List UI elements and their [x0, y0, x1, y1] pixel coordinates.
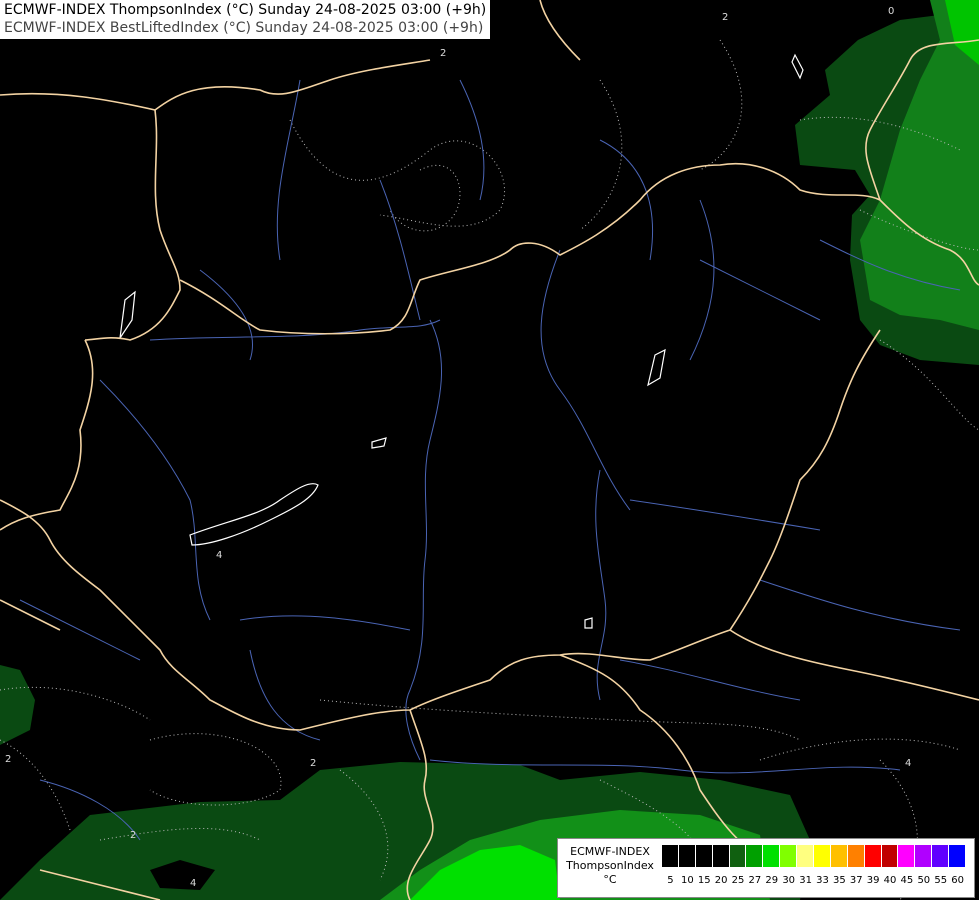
legend-tick: 39	[866, 875, 880, 886]
legend-tick: 55	[934, 875, 948, 886]
legend-swatch	[847, 845, 865, 867]
color-legend: ECMWF-INDEX ThompsonIndex °C 5 10 15 20 25 27…	[557, 838, 975, 898]
legend-swatch	[662, 845, 679, 867]
legend-ticks: 5 10 15 20 25 27 29 30 31 33 35 37 39 40 45 50 55 60	[662, 875, 966, 886]
legend-swatch	[881, 845, 899, 867]
legend-tick: 25	[731, 875, 745, 886]
legend-tick: 35	[832, 875, 846, 886]
contour-label: 2	[5, 754, 11, 765]
contour-label: 0	[888, 6, 894, 17]
legend-swatches	[662, 845, 967, 867]
legend-model: ECMWF-INDEX	[570, 845, 650, 858]
legend-swatch	[746, 845, 764, 867]
contour-label: 4	[905, 758, 911, 769]
legend-tick: 20	[714, 875, 728, 886]
legend-swatch	[830, 845, 848, 867]
legend-swatch	[915, 845, 933, 867]
lake-small-1	[371, 437, 387, 449]
contour-label: 2	[130, 830, 136, 841]
contour-label: 2	[440, 48, 446, 59]
legend-tick: 40	[883, 875, 897, 886]
contour-label: 4	[216, 550, 222, 561]
legend-tick: 10	[680, 875, 694, 886]
title-thompson-index: ECMWF-INDEX ThompsonIndex (°C) Sunday 24…	[4, 2, 487, 18]
legend-tick: 31	[799, 875, 812, 886]
legend-swatch	[678, 845, 696, 867]
map-title: ECMWF-INDEX ThompsonIndex (°C) Sunday 24…	[0, 0, 491, 39]
fill-area-west	[0, 665, 35, 745]
legend-tick: 5	[667, 875, 674, 886]
contour-label: 4	[190, 878, 196, 889]
legend-tick: 33	[816, 875, 829, 886]
legend-swatch	[780, 845, 798, 867]
legend-swatch	[864, 845, 882, 867]
legend-swatch	[729, 845, 747, 867]
legend-swatch	[763, 845, 781, 867]
lake-small-2	[119, 290, 136, 339]
lake-balaton	[189, 483, 319, 546]
legend-swatch	[932, 845, 950, 867]
lake-small-4	[791, 53, 804, 80]
legend-unit: °C	[603, 873, 617, 886]
legend-tick: 29	[765, 875, 779, 886]
legend-tick: 30	[782, 875, 796, 886]
index-fill-areas	[0, 0, 979, 900]
weather-map: 2 2 0 2 4 2 2 4 4	[0, 0, 979, 900]
legend-swatch	[949, 845, 967, 867]
contour-label: 2	[722, 12, 728, 23]
contour-labels: 2 2 0 2 4 2 2 4 4	[5, 6, 911, 889]
legend-tick: 27	[748, 875, 762, 886]
legend-swatch	[898, 845, 916, 867]
legend-tick: 50	[917, 875, 931, 886]
lake-small-3	[647, 348, 666, 387]
legend-tick: 45	[900, 875, 914, 886]
title-best-lifted-index: ECMWF-INDEX BestLiftedIndex (°C) Sunday …	[4, 20, 484, 36]
legend-swatch	[797, 845, 815, 867]
lake-small-5	[584, 617, 593, 629]
legend-tick: 15	[697, 875, 711, 886]
legend-tick: 37	[849, 875, 863, 886]
legend-swatch	[695, 845, 713, 867]
legend-tick: 60	[951, 875, 964, 886]
legend-parameter: ThompsonIndex	[566, 859, 654, 872]
legend-swatch	[712, 845, 730, 867]
contour-label: 2	[310, 758, 316, 769]
legend-swatch	[814, 845, 831, 867]
legend-label: ECMWF-INDEX ThompsonIndex °C	[562, 845, 658, 887]
